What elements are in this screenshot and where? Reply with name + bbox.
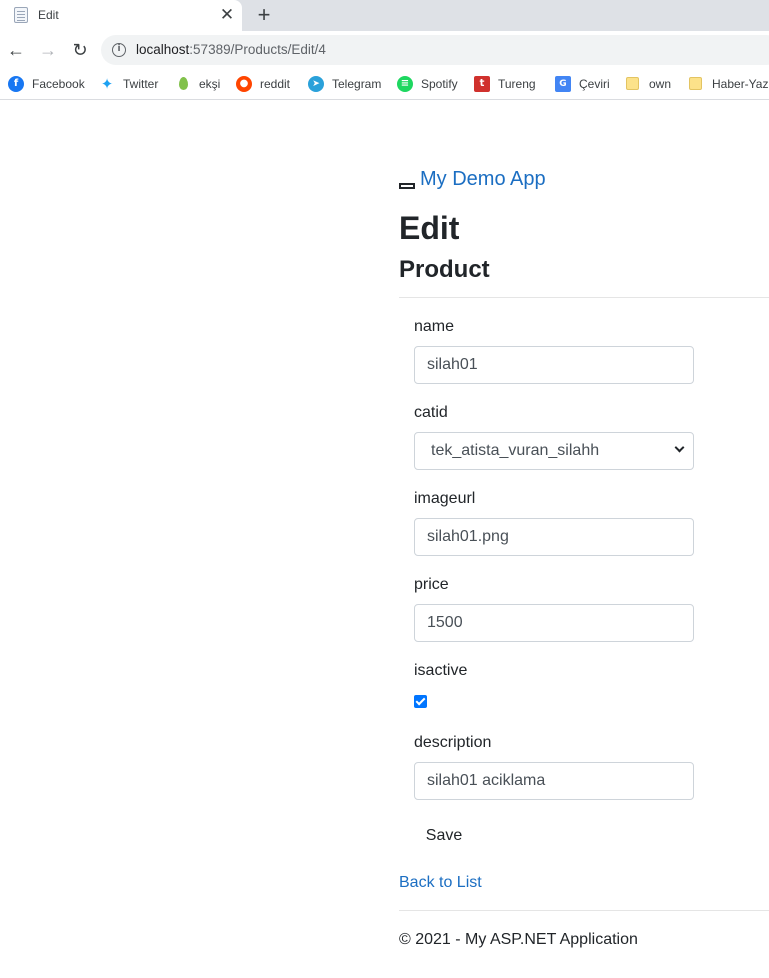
price-label: price <box>414 576 449 593</box>
bookmark-label: Çeviri <box>579 77 610 91</box>
imageurl-label: imageurl <box>414 490 476 507</box>
catid-selected-value: tek_atista_vuran_silahh <box>431 442 600 459</box>
bookmark-label: Tureng <box>498 77 536 91</box>
reddit-icon: ● <box>236 76 252 92</box>
url-host: localhost <box>136 42 190 57</box>
tab-edit[interactable]: Edit ✕ <box>0 0 242 31</box>
url-text[interactable]: localhost:57389/Products/Edit/4 <box>136 42 326 57</box>
page-favicon-icon <box>14 7 28 23</box>
description-input[interactable]: silah01 aciklama <box>414 762 694 800</box>
divider <box>399 297 769 298</box>
site-info-icon[interactable]: i <box>112 43 126 57</box>
folder-icon <box>689 77 702 90</box>
back-to-list-link[interactable]: Back to List <box>399 873 482 893</box>
url-path: :57389/Products/Edit/4 <box>189 42 326 57</box>
close-tab-icon[interactable]: ✕ <box>218 5 236 25</box>
eksi-icon <box>175 76 191 92</box>
reload-button[interactable]: ↻ <box>69 37 91 63</box>
tab-strip: Edit ✕ + <box>0 0 769 31</box>
bookmarks-bar: f Facebook ✦ Twitter ekşi ● reddit ➤ Tel… <box>0 69 769 100</box>
name-input[interactable]: silah01 <box>414 346 694 384</box>
catid-select[interactable]: tek_atista_vuran_silahh <box>414 432 694 470</box>
isactive-checkbox[interactable] <box>414 695 427 708</box>
save-button[interactable]: Save <box>414 822 474 850</box>
bookmark-label: Telegram <box>332 77 382 91</box>
translate-icon: G <box>555 76 571 92</box>
browser-toolbar: ← → ↻ i localhost:57389/Products/Edit/4 <box>0 31 769 69</box>
brand-link[interactable]: My Demo App <box>420 168 546 191</box>
description-label: description <box>414 734 492 751</box>
price-input[interactable]: 1500 <box>414 604 694 642</box>
name-label: name <box>414 318 455 335</box>
bookmark-label: reddit <box>260 77 291 91</box>
page-subtitle: Product <box>399 256 490 283</box>
back-button[interactable]: ← <box>5 37 27 63</box>
tureng-icon: t <box>474 76 490 92</box>
footer-divider <box>399 910 769 911</box>
bookmark-label: Spotify <box>421 77 458 91</box>
chevron-down-icon <box>674 442 685 453</box>
imageurl-input[interactable]: silah01.png <box>414 518 694 556</box>
tab-title: Edit <box>38 8 59 22</box>
telegram-icon: ➤ <box>308 76 324 92</box>
bookmark-label: own <box>649 77 672 91</box>
page-title: Edit <box>399 210 460 246</box>
spotify-icon: ≡ <box>397 76 413 92</box>
facebook-icon: f <box>8 76 24 92</box>
isactive-label: isactive <box>414 662 468 679</box>
bookmark-label: Facebook <box>32 77 85 91</box>
bookmark-label: Twitter <box>123 77 159 91</box>
address-bar[interactable]: i localhost:57389/Products/Edit/4 <box>101 35 769 65</box>
broken-image-icon <box>399 183 415 189</box>
forward-button[interactable]: → <box>37 37 59 63</box>
twitter-icon: ✦ <box>100 75 114 93</box>
footer-text: © 2021 - My ASP.NET Application <box>399 931 638 948</box>
catid-label: catid <box>414 404 448 421</box>
bookmark-label: ekşi <box>199 77 221 91</box>
new-tab-button[interactable]: + <box>255 3 273 27</box>
folder-icon <box>626 77 639 90</box>
bookmark-label: Haber-Yazı <box>712 77 769 91</box>
